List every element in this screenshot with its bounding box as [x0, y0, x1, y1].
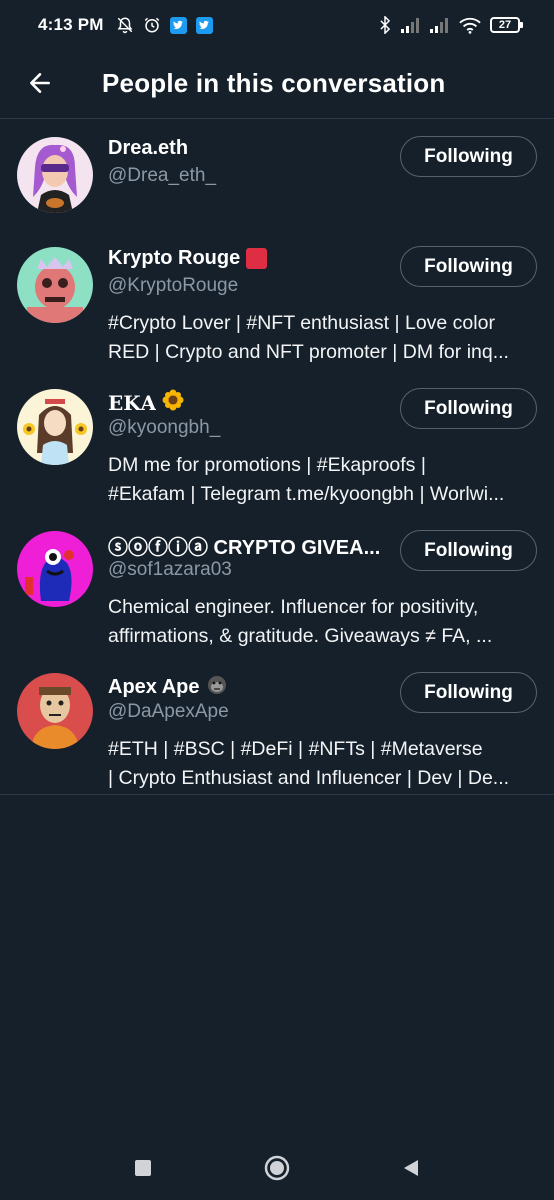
user-handle: @kyoongbh_	[108, 417, 221, 438]
alarm-icon	[143, 16, 161, 34]
following-button[interactable]: Following	[400, 136, 537, 177]
status-time: 4:13 PM	[38, 15, 104, 34]
twitter-icon	[195, 16, 213, 34]
user-handle: @Drea_eth_	[108, 165, 217, 186]
recents-square-icon	[135, 1160, 151, 1176]
people-list: Drea.eth @Drea_eth_ Following Krypto Rou…	[0, 118, 554, 797]
recents-button[interactable]	[123, 1148, 163, 1188]
wifi-icon	[459, 17, 481, 34]
bio-line: #Ekafam | Telegram t.me/kyoongbh | Worlw…	[108, 483, 505, 505]
bio-line: #ETH | #BSC | #DeFi | #NFTs | #Metaverse	[108, 738, 483, 760]
header: People in this conversation	[0, 50, 554, 116]
display-name[interactable]: ⓢⓞⓕⓘⓐ CRYPTO GIVEA...	[108, 531, 380, 560]
user-handle: @KryptoRouge	[108, 275, 239, 296]
signal-icon	[430, 17, 450, 33]
signal-icon	[401, 17, 421, 33]
name-line: Drea.eth	[108, 137, 388, 160]
bio: DM me for promotions | #Ekaproofs | #Eka…	[108, 451, 536, 509]
user-handle: @sof1azara03	[108, 559, 232, 580]
list-item[interactable]: Apex Ape @DaApexApe #ETH | #BSC | #DeFi …	[0, 655, 554, 797]
avatar[interactable]	[17, 531, 93, 607]
following-button[interactable]: Following	[400, 530, 537, 571]
system-nav-bar	[0, 1140, 554, 1196]
home-button[interactable]	[257, 1148, 297, 1188]
list-item[interactable]: Krypto Rouge @KryptoRouge #Crypto Lover …	[0, 229, 554, 371]
bio-line: Chemical engineer. Influencer for positi…	[108, 596, 479, 618]
display-name[interactable]: 𝐄𝐊𝐀	[108, 391, 156, 415]
status-bar-right: 27	[378, 16, 523, 34]
bluetooth-icon	[378, 16, 392, 34]
bio-line: #Crypto Lover | #NFT enthusiast | Love c…	[108, 312, 495, 334]
back-triangle-icon	[404, 1160, 418, 1176]
gorilla-emoji	[206, 673, 228, 701]
system-back-button[interactable]	[391, 1148, 431, 1188]
user-handle: @DaApexApe	[108, 701, 229, 722]
name-line: Apex Ape	[108, 673, 388, 701]
avatar[interactable]	[17, 247, 93, 323]
list-item[interactable]: ⓢⓞⓕⓘⓐ CRYPTO GIVEA... @sof1azara03 Chemi…	[0, 513, 554, 655]
name-line: Krypto Rouge	[108, 247, 388, 270]
home-circle-icon	[264, 1155, 290, 1181]
following-button[interactable]: Following	[400, 246, 537, 287]
bio: #ETH | #BSC | #DeFi | #NFTs | #Metaverse…	[108, 735, 536, 793]
list-divider	[0, 794, 554, 795]
arrow-left-icon	[30, 73, 50, 93]
status-bar: 4:13 PM 27	[0, 0, 554, 50]
following-button[interactable]: Following	[400, 672, 537, 713]
display-name[interactable]: Krypto Rouge	[108, 247, 240, 270]
bio-line: DM me for promotions | #Ekaproofs |	[108, 454, 426, 476]
avatar[interactable]	[17, 137, 93, 213]
notifications-off-icon	[116, 16, 134, 34]
name-line: ⓢⓞⓕⓘⓐ CRYPTO GIVEA...	[108, 531, 388, 560]
display-name[interactable]: Drea.eth	[108, 137, 188, 160]
following-button[interactable]: Following	[400, 388, 537, 429]
bio-line: | Crypto Enthusiast and Influencer | Dev…	[108, 767, 510, 789]
battery-icon: 27	[490, 17, 523, 33]
display-name[interactable]: Apex Ape	[108, 676, 200, 699]
bio: Chemical engineer. Influencer for positi…	[108, 593, 536, 651]
bio-line: affirmations, & gratitude. Giveaways ≠ F…	[108, 625, 493, 647]
list-item[interactable]: Drea.eth @Drea_eth_ Following	[0, 119, 554, 229]
bio-line: RED | Crypto and NFT promoter | DM for i…	[108, 341, 509, 363]
back-button[interactable]	[0, 50, 80, 116]
red-square-emoji	[246, 248, 268, 269]
bio: #Crypto Lover | #NFT enthusiast | Love c…	[108, 309, 536, 367]
avatar[interactable]	[17, 673, 93, 749]
avatar[interactable]	[17, 389, 93, 465]
page-title: People in this conversation	[102, 67, 446, 98]
sunflower-emoji	[162, 389, 184, 417]
status-bar-left: 4:13 PM	[38, 15, 213, 35]
name-line: 𝐄𝐊𝐀	[108, 389, 388, 417]
twitter-icon	[169, 16, 187, 34]
list-item[interactable]: 𝐄𝐊𝐀 @kyoongbh_ DM me for promotions | #E…	[0, 371, 554, 513]
